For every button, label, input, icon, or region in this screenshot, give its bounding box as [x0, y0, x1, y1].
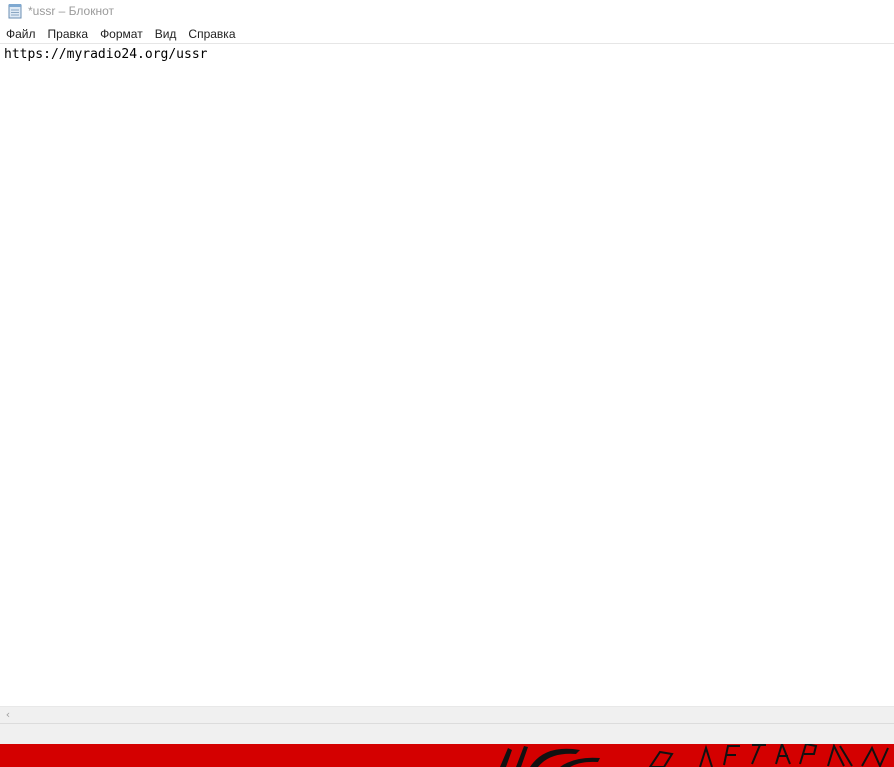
horizontal-scrollbar[interactable]: ‹	[0, 706, 894, 723]
editor-content[interactable]: https://myradio24.org/ussr	[4, 47, 208, 62]
window-title: *ussr – Блокнот	[28, 4, 115, 18]
menu-format[interactable]: Формат	[94, 25, 149, 43]
desktop-wallpaper	[0, 744, 894, 767]
wallpaper-emblem-art	[500, 744, 889, 767]
menu-file[interactable]: Файл	[0, 25, 42, 43]
title-bar[interactable]: *ussr – Блокнот	[0, 0, 894, 24]
chevron-left-icon[interactable]: ‹	[2, 709, 14, 721]
menu-help[interactable]: Справка	[182, 25, 241, 43]
menu-view[interactable]: Вид	[149, 25, 183, 43]
notepad-icon	[8, 4, 22, 19]
status-bar	[0, 723, 894, 744]
text-editor[interactable]: https://myradio24.org/ussr	[0, 44, 894, 706]
menu-edit[interactable]: Правка	[42, 25, 95, 43]
menu-bar: Файл Правка Формат Вид Справка	[0, 25, 894, 43]
